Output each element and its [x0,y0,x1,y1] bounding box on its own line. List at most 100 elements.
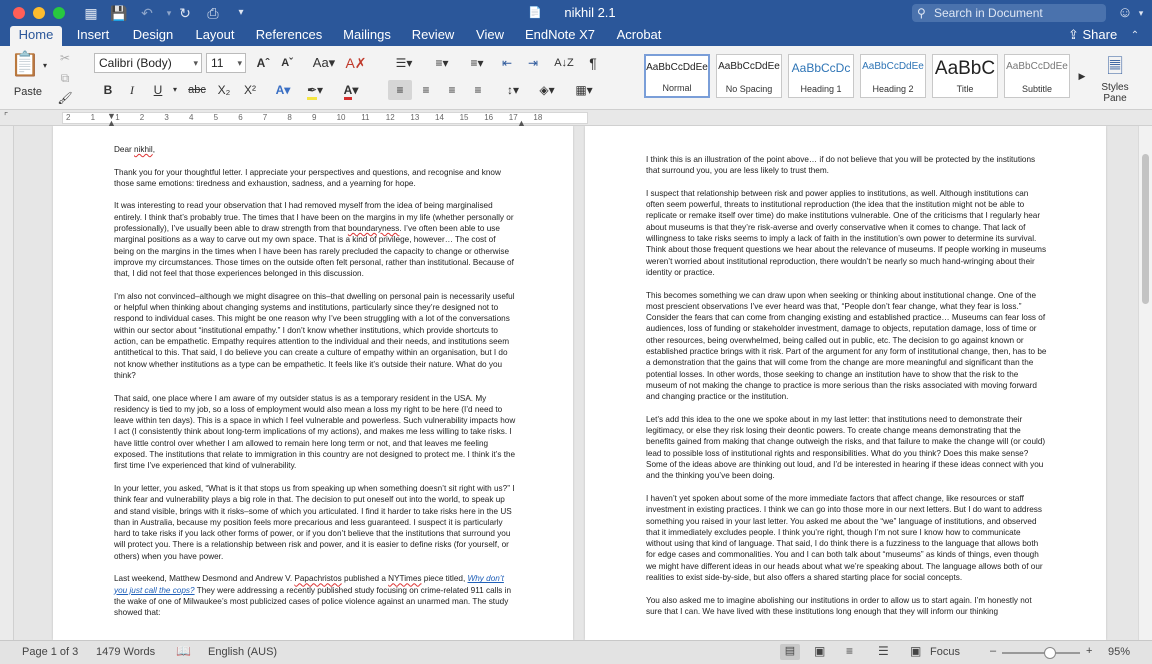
tab-mailings[interactable]: Mailings [336,26,398,46]
styles-pane-button[interactable]: Styles Pane [1094,82,1136,104]
close-window-button[interactable] [13,7,25,19]
zoom-slider[interactable] [1002,647,1080,659]
paste-button[interactable]: Paste [8,82,48,102]
font-name-select[interactable]: Calibri (Body) ▾ [94,53,202,73]
save-icon[interactable]: 💾 [110,4,128,22]
paragraph: In your letter, you asked, “What is it t… [114,483,515,561]
clear-formatting-icon[interactable]: A✗ [344,53,368,73]
share-button[interactable]: ⇪ Share [1068,26,1117,46]
draft-view-icon[interactable]: ☰ [878,644,889,658]
vertical-scrollbar[interactable] [1138,126,1152,640]
proofing-icon[interactable]: 📖 [176,644,191,658]
sort-icon[interactable]: A↓Z [552,53,576,73]
print-layout-icon[interactable]: ▤ [780,644,800,660]
font-color-icon[interactable]: A▾ [336,80,366,100]
style-no-spacing[interactable]: AaBbCcDdEe No Spacing [716,54,782,98]
multilevel-list-icon[interactable]: ≡▾ [462,53,492,73]
justify-icon[interactable]: ≡ [466,80,490,100]
page-2-text[interactable]: I think this is an illustration of the p… [646,154,1048,628]
undo-icon[interactable]: ↶ [138,4,156,22]
search-input[interactable]: ⚲ Search in Document [912,4,1106,22]
paragraph: I haven’t yet spoken about some of the m… [646,493,1043,582]
tab-home[interactable]: Home [10,26,62,46]
borders-icon[interactable]: ▦▾ [568,80,600,100]
align-left-icon[interactable]: ≡ [388,80,412,100]
font-size-select[interactable]: 11 ▾ [206,53,246,73]
align-center-icon[interactable]: ≡ [414,80,438,100]
italic-button[interactable]: I [122,80,142,100]
underline-dropdown-icon[interactable]: ▾ [170,80,180,100]
vertical-ruler [0,126,14,640]
superscript-button[interactable]: X² [238,80,262,100]
tab-insert[interactable]: Insert [68,26,118,46]
zoom-in-icon[interactable]: + [1086,645,1092,657]
bullets-icon[interactable]: ☰▾ [386,53,422,73]
styles-pane-icon[interactable]: 🗏 [1100,52,1130,82]
cut-icon[interactable]: ✂ [56,48,74,68]
decrease-indent-icon[interactable]: ⇤ [496,53,518,73]
style-heading-1[interactable]: AaBbCcDc Heading 1 [788,54,854,98]
highlight-icon[interactable]: ✒▾ [300,80,330,100]
text-effects-icon[interactable]: A▾ [270,80,296,100]
collapse-ribbon-icon[interactable]: ⌃ [1126,27,1144,45]
numbering-icon[interactable]: ≡▾ [424,53,460,73]
style-heading-2[interactable]: AaBbCcDdEe Heading 2 [860,54,926,98]
align-right-icon[interactable]: ≡ [440,80,464,100]
zoom-slider-thumb[interactable] [1044,647,1057,659]
focus-icon[interactable]: ▣ [910,644,921,658]
focus-button[interactable]: Focus [930,646,960,658]
format-painter-icon[interactable]: 🖌 [56,88,74,108]
page-1-text[interactable]: Dear nikhil, Thank you for your thoughtf… [114,144,516,630]
tab-references[interactable]: References [250,26,328,46]
zoom-window-button[interactable] [53,7,65,19]
tab-layout[interactable]: Layout [188,26,242,46]
tab-acrobat[interactable]: Acrobat [608,26,670,46]
paste-dropdown-icon[interactable]: ▾ [40,56,50,76]
style-sample: AaBbC [934,58,996,79]
ruler-number: 16 [484,113,494,122]
outline-view-icon[interactable]: ≡ [846,644,853,658]
word-count[interactable]: 1479 Words [96,646,155,658]
copy-icon[interactable]: ⧉ [56,68,74,88]
styles-gallery-next-icon[interactable]: ▶ [1076,66,1088,86]
grow-font-icon[interactable]: Aˆ [252,53,274,73]
show-formatting-icon[interactable]: ¶ [582,53,604,73]
search-placeholder: Search in Document [934,6,1043,20]
minimize-window-button[interactable] [33,7,45,19]
style-subtitle[interactable]: AaBbCcDdEe Subtitle [1004,54,1070,98]
page-1[interactable]: Dear nikhil, Thank you for your thoughtf… [53,126,573,640]
tab-view[interactable]: View [468,26,512,46]
shading-icon[interactable]: ◈▾ [532,80,562,100]
style-title[interactable]: AaBbC Title [932,54,998,98]
tab-review[interactable]: Review [406,26,460,46]
customize-toolbar-icon[interactable]: ▾ [232,4,250,22]
bold-button[interactable]: B [98,80,118,100]
language-indicator[interactable]: English (AUS) [208,646,277,658]
subscript-button[interactable]: X₂ [212,80,236,100]
page-2[interactable]: I think this is an illustration of the p… [585,126,1106,640]
horizontal-ruler[interactable]: ⌜ ▼ ▲ ▲ 2 1 1 2 3 4 5 6 7 8 9 10 11 12 13 14 15 16 17 18 [0,110,1152,128]
strikethrough-button[interactable]: abc [184,80,210,100]
document-area[interactable]: Dear nikhil, Thank you for your thoughtf… [0,126,1152,640]
print-icon[interactable]: ⎙ [204,4,222,22]
account-dropdown-icon[interactable]: ▾ [1132,4,1150,22]
zoom-level[interactable]: 95% [1108,646,1130,658]
sidebar-toggle-icon[interactable]: ▦ [82,4,100,22]
tab-stop-selector-icon[interactable]: ⌜ [4,111,8,122]
underline-button[interactable]: U [148,80,168,100]
greeting-name: nikhil [134,145,153,154]
style-normal[interactable]: AaBbCcDdEe Normal [644,54,710,98]
line-spacing-icon[interactable]: ↕▾ [498,80,528,100]
web-layout-icon[interactable]: ▣ [814,644,825,658]
scrollbar-thumb[interactable] [1142,154,1149,304]
change-case-icon[interactable]: Aa▾ [308,53,340,73]
page-count[interactable]: Page 1 of 3 [22,646,78,658]
clipboard-icon[interactable]: 📋 [8,50,42,80]
redo-icon[interactable]: ↻ [176,4,194,22]
zoom-out-icon[interactable]: – [990,645,996,657]
tab-design[interactable]: Design [126,26,180,46]
shrink-font-icon[interactable]: Aˇ [276,53,298,73]
tab-endnote[interactable]: EndNote X7 [520,26,600,46]
increase-indent-icon[interactable]: ⇥ [522,53,544,73]
ruler-number: 12 [385,113,395,122]
